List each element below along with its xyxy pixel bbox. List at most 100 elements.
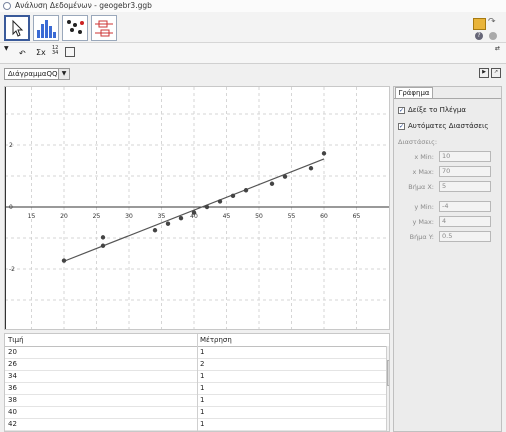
data-table: Τιμή Μέτρηση 20 1 26 2 34 1 36 1 38 1 40 1 42 1: [4, 333, 390, 432]
show-grid-checkbox[interactable]: ✓: [398, 107, 405, 114]
data-point: [61, 258, 67, 263]
table-row[interactable]: 20 1: [5, 347, 386, 359]
help-icon[interactable]: ?: [475, 32, 483, 40]
table-scrollbar[interactable]: [386, 346, 389, 431]
move-tool-button[interactable]: [4, 15, 30, 41]
boxplot-icon: [95, 20, 113, 37]
data-point: [308, 166, 314, 171]
plot-type-select[interactable]: ΔιάγραμμαQQ ▼: [4, 68, 70, 80]
dimensions-heading: Διαστάσεις:: [398, 138, 438, 146]
cell-value: 42: [8, 420, 17, 428]
scrollbar-thumb[interactable]: [387, 360, 389, 386]
table-row[interactable]: 42 1: [5, 419, 386, 431]
table-row[interactable]: 38 1: [5, 395, 386, 407]
x-tick-label: 30: [125, 213, 133, 220]
x-tick-label: 45: [223, 213, 231, 220]
panel-body: ✓ Δείξε το Πλέγμα ✓ Αυτόματες Διαστάσεις…: [394, 98, 501, 432]
data-point: [165, 221, 171, 226]
cell-count: 1: [200, 372, 205, 380]
view-subbar: ▼ ↶ Σx 12 34 ⇄: [0, 43, 506, 64]
show-grid-label: Δείξε το Πλέγμα: [408, 106, 466, 114]
col-header-value: Τιμή: [8, 336, 24, 344]
x-min-label: x Min:: [414, 153, 434, 161]
window-title: Ανάλυση Δεδομένων - geogebr3.ggb: [15, 1, 152, 10]
table-row[interactable]: 34 1: [5, 371, 386, 383]
data-point: [269, 181, 275, 186]
x-step-label: Βήμα X:: [408, 183, 434, 191]
table-view-icon[interactable]: [65, 47, 75, 57]
data-point: [282, 174, 288, 179]
cell-value: 40: [8, 408, 17, 416]
data-point: [100, 235, 106, 240]
cursor-arrow-icon: [12, 19, 24, 37]
table-row[interactable]: 36 1: [5, 383, 386, 395]
data-point: [152, 228, 158, 233]
table-header: Τιμή Μέτρηση: [5, 334, 386, 347]
app-icon: [3, 2, 11, 10]
scatter-plot-icon: [67, 20, 84, 34]
data-point: [321, 151, 327, 156]
qq-plot-svg: 15 20 25 30 35 40 45 50 55 60 6520-2: [5, 87, 389, 329]
statistics-button[interactable]: 12 34: [52, 46, 58, 56]
cell-value: 38: [8, 396, 17, 404]
histogram-icon: [37, 20, 56, 38]
settings-gear-icon[interactable]: [489, 32, 497, 40]
x-step-field[interactable]: 5: [439, 181, 491, 192]
undo-icon[interactable]: ↶: [19, 49, 26, 58]
y-tick-label: 2: [9, 142, 13, 149]
data-point: [243, 188, 249, 193]
table-row[interactable]: 26 2: [5, 359, 386, 371]
data-point: [204, 204, 210, 210]
x-tick-label: 35: [158, 213, 166, 220]
cell-count: 1: [200, 408, 205, 416]
cell-value: 34: [8, 372, 17, 380]
cell-value: 26: [8, 360, 17, 368]
data-point: [178, 215, 184, 221]
panel-toggle-icon[interactable]: ⇄: [495, 45, 500, 52]
x-max-label: x Max:: [412, 168, 434, 176]
boxplot-tool-button[interactable]: [91, 15, 117, 41]
y-max-label: y Max:: [412, 218, 434, 226]
play-icon[interactable]: ▶: [479, 68, 489, 78]
data-point: [230, 193, 236, 199]
y-min-field[interactable]: -4: [439, 201, 491, 212]
x-tick-label: 55: [288, 213, 296, 220]
auto-dimensions-checkbox[interactable]: ✓: [398, 123, 405, 130]
x-tick-label: 15: [28, 213, 36, 220]
x-max-field[interactable]: 70: [439, 166, 491, 177]
x-min-field[interactable]: 10: [439, 151, 491, 162]
tab-graph[interactable]: Γράφημα: [395, 87, 433, 98]
table-row[interactable]: 40 1: [5, 407, 386, 419]
y-tick-label: -2: [9, 266, 15, 273]
title-bar: Ανάλυση Δεδομένων - geogebr3.ggb: [0, 0, 506, 12]
graph-settings-panel: Γράφημα ✓ Δείξε το Πλέγμα ✓ Αυτόματες Δι…: [393, 86, 502, 432]
y-min-label: y Min:: [414, 203, 434, 211]
plot-type-value: ΔιάγραμμαQQ: [8, 70, 58, 78]
cell-value: 36: [8, 384, 17, 392]
cell-count: 1: [200, 384, 205, 392]
toolbar: ↷ ?: [0, 12, 506, 43]
y-tick-label: 0: [9, 204, 13, 211]
redo-icon[interactable]: ↷: [488, 17, 498, 27]
auto-dimensions-label: Αυτόματες Διαστάσεις: [408, 122, 489, 130]
x-tick-label: 50: [255, 213, 263, 220]
scatter-tool-button[interactable]: [62, 15, 88, 41]
cell-count: 1: [200, 396, 205, 404]
sum-button[interactable]: Σx: [36, 48, 46, 57]
x-tick-label: 60: [320, 213, 328, 220]
data-point: [217, 199, 223, 204]
data-point: [100, 243, 106, 248]
x-tick-label: 65: [353, 213, 361, 220]
collapse-arrow-icon[interactable]: ▼: [4, 45, 9, 52]
histogram-tool-button[interactable]: [33, 15, 59, 41]
open-folder-icon[interactable]: [473, 18, 486, 30]
x-tick-label: 25: [93, 213, 101, 220]
column-divider: [197, 334, 198, 431]
x-tick-label: 20: [60, 213, 68, 220]
y-max-field[interactable]: 4: [439, 216, 491, 227]
data-point: [191, 210, 197, 215]
qq-plot-area[interactable]: 15 20 25 30 35 40 45 50 55 60 65 2 0 -2: [4, 86, 390, 330]
cell-value: 20: [8, 348, 17, 356]
export-icon[interactable]: ↗: [491, 68, 501, 78]
y-step-field[interactable]: 0.5: [439, 231, 491, 242]
